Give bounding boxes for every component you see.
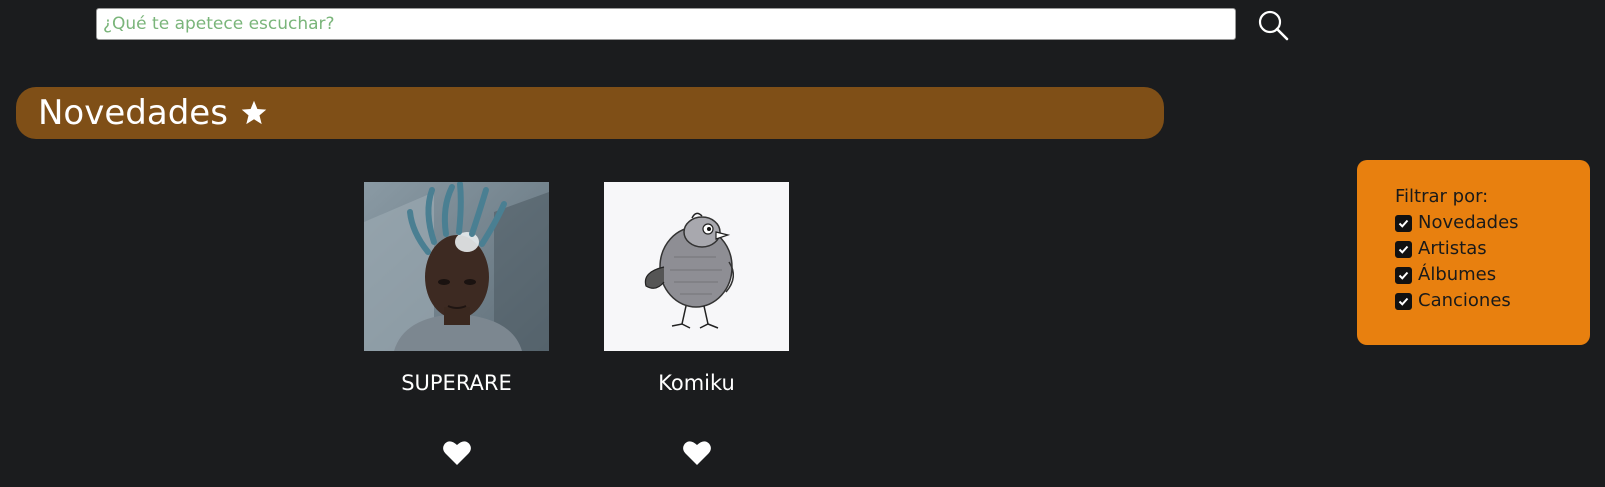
filter-option-label: Canciones [1418,290,1511,311]
artist-name[interactable]: Komiku [604,369,789,397]
checkbox-albumes[interactable] [1395,266,1412,284]
artist-drawing-komiku[interactable] [604,182,789,351]
heart-icon [682,441,711,465]
checkmark-icon [1398,297,1409,306]
filter-label: Filtrar por: [1395,186,1489,207]
heart-icon [442,441,471,465]
section-header: Novedades [16,87,1164,139]
artist-photo-superare[interactable] [364,182,549,351]
filter-option-canciones[interactable]: Canciones [1395,288,1590,314]
checkmark-icon [1398,245,1409,254]
checkmark-icon [1398,219,1409,228]
favorite-button[interactable] [682,439,712,467]
filter-option-label: Artistas [1418,238,1487,259]
checkbox-novedades[interactable] [1395,214,1412,232]
search-icon [1258,10,1289,41]
filter-option-label: Álbumes [1418,264,1497,285]
section-title: Novedades [38,93,228,133]
filter-option-albumes[interactable]: Álbumes [1395,262,1590,288]
filter-option-novedades[interactable]: Novedades [1395,210,1590,236]
search-button[interactable] [1256,8,1290,42]
filter-option-label: Novedades [1418,212,1519,233]
filter-option-artistas[interactable]: Artistas [1395,236,1590,262]
search-input[interactable] [96,8,1236,40]
checkbox-canciones[interactable] [1395,292,1412,310]
favorite-button[interactable] [442,439,472,467]
star-icon [241,100,267,125]
artist-card[interactable]: SUPERARE [364,182,549,467]
artist-name[interactable]: SUPERARE [364,369,549,397]
checkbox-artistas[interactable] [1395,240,1412,258]
artist-card[interactable]: Komiku [604,182,789,467]
checkmark-icon [1398,271,1409,280]
filter-panel: Filtrar por: Novedades Artistas Álbumes … [1357,160,1590,345]
